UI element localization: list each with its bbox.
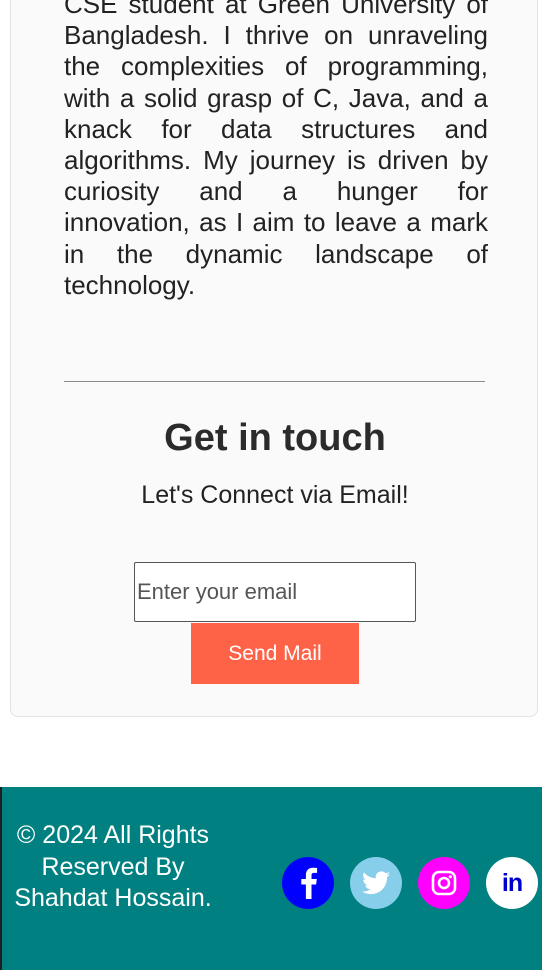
twitter-icon (362, 871, 390, 895)
facebook-icon (297, 867, 319, 899)
email-input[interactable] (134, 562, 416, 622)
copyright-text: © 2024 All Rights Reserved By Shahdat Ho… (14, 821, 212, 912)
footer: © 2024 All Rights Reserved By Shahdat Ho… (0, 787, 542, 970)
linkedin-icon: in (501, 868, 523, 897)
send-mail-button[interactable]: Send Mail (191, 623, 359, 684)
instagram-link[interactable] (418, 857, 470, 909)
about-contact-card: CSE student at Green University of Bangl… (10, 0, 538, 717)
about-paragraph: CSE student at Green University of Bangl… (64, 0, 488, 300)
contact-title: Get in touch (164, 417, 386, 459)
twitter-link[interactable] (350, 857, 402, 909)
linkedin-link[interactable]: in (486, 857, 538, 909)
contact-subtitle: Let's Connect via Email! (141, 481, 409, 509)
facebook-link[interactable] (282, 857, 334, 909)
instagram-icon (431, 870, 457, 896)
section-divider (64, 381, 485, 382)
